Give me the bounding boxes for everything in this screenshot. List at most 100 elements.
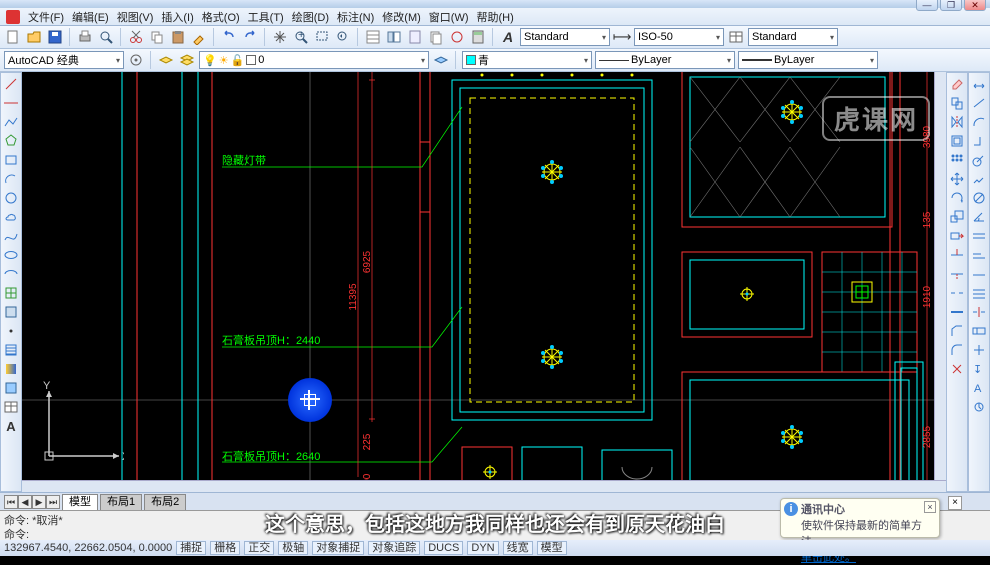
cut-icon[interactable] <box>127 28 145 46</box>
array-icon[interactable] <box>948 151 966 169</box>
tab-model[interactable]: 模型 <box>62 494 98 510</box>
notification-close-button[interactable]: × <box>924 501 936 513</box>
menu-view[interactable]: 视图(V) <box>117 9 154 25</box>
ducs-toggle[interactable]: DUCS <box>424 541 463 555</box>
dimbreak-icon[interactable] <box>970 303 988 321</box>
dimdia-icon[interactable] <box>970 189 988 207</box>
drawing-canvas[interactable]: 隐藏灯带 石膏板吊顶H：2440 石膏板吊顶H：2640 250 6925 11… <box>22 72 946 492</box>
paste-icon[interactable] <box>169 28 187 46</box>
revcloud-icon[interactable] <box>2 208 20 226</box>
ellipsearc-icon[interactable] <box>2 265 20 283</box>
tolerance-icon[interactable] <box>970 322 988 340</box>
stretch-icon[interactable] <box>948 227 966 245</box>
properties-icon[interactable] <box>364 28 382 46</box>
close-button[interactable]: ✕ <box>964 0 986 11</box>
tab-nav-last[interactable]: ⏭ <box>46 495 60 509</box>
dimarc-icon[interactable] <box>970 113 988 131</box>
zoom-prev-icon[interactable] <box>334 28 352 46</box>
centermark-icon[interactable] <box>970 341 988 359</box>
model-toggle[interactable]: 模型 <box>537 541 567 555</box>
dim-a-icon[interactable]: ⟼ <box>613 28 631 46</box>
tab-layout2[interactable]: 布局2 <box>144 494 186 510</box>
menu-file[interactable]: 文件(F) <box>28 9 64 25</box>
print-icon[interactable] <box>76 28 94 46</box>
insert-icon[interactable] <box>2 284 20 302</box>
menu-tools[interactable]: 工具(T) <box>248 9 284 25</box>
markup-icon[interactable] <box>448 28 466 46</box>
menu-format[interactable]: 格式(O) <box>202 9 240 25</box>
menu-insert[interactable]: 插入(I) <box>161 9 193 25</box>
dimstyle-combo[interactable]: ISO-50▾ <box>634 28 724 46</box>
dimupdate-icon[interactable] <box>970 398 988 416</box>
lwt-toggle[interactable]: 线宽 <box>503 541 533 555</box>
menu-help[interactable]: 帮助(H) <box>477 9 514 25</box>
matchprop-icon[interactable] <box>190 28 208 46</box>
pline-icon[interactable] <box>2 113 20 131</box>
polygon-icon[interactable] <box>2 132 20 150</box>
pan-icon[interactable] <box>271 28 289 46</box>
circle-icon[interactable] <box>2 189 20 207</box>
dimaligned-icon[interactable] <box>970 94 988 112</box>
dimcont-icon[interactable] <box>970 265 988 283</box>
mtext-icon[interactable]: A <box>2 417 20 435</box>
point-icon[interactable] <box>2 322 20 340</box>
rectangle-icon[interactable] <box>2 151 20 169</box>
text-a-icon[interactable]: A <box>499 28 517 46</box>
maximize-button[interactable]: ❐ <box>940 0 962 11</box>
zoom-window-icon[interactable] <box>313 28 331 46</box>
menu-draw[interactable]: 绘图(D) <box>292 9 329 25</box>
join-icon[interactable] <box>948 303 966 321</box>
dimjog-icon[interactable] <box>970 170 988 188</box>
scale-icon[interactable] <box>948 208 966 226</box>
menu-edit[interactable]: 编辑(E) <box>72 9 109 25</box>
table-draw-icon[interactable] <box>2 398 20 416</box>
dimspace-icon[interactable] <box>970 284 988 302</box>
snap-toggle[interactable]: 捕捉 <box>176 541 206 555</box>
workspace-combo[interactable]: AutoCAD 经典▾ <box>4 51 124 69</box>
polar-toggle[interactable]: 极轴 <box>278 541 308 555</box>
rotate-icon[interactable] <box>948 189 966 207</box>
xline-icon[interactable] <box>2 94 20 112</box>
toolpalettes-icon[interactable] <box>406 28 424 46</box>
gradient-icon[interactable] <box>2 360 20 378</box>
fillet-icon[interactable] <box>948 341 966 359</box>
menu-dimension[interactable]: 标注(N) <box>337 9 374 25</box>
linetype-combo[interactable]: ByLayer▾ <box>595 51 735 69</box>
preview-icon[interactable] <box>97 28 115 46</box>
menu-modify[interactable]: 修改(M) <box>382 9 421 25</box>
qdim-icon[interactable] <box>970 227 988 245</box>
layer-props-icon[interactable] <box>157 51 175 69</box>
copy-icon[interactable] <box>148 28 166 46</box>
calc-icon[interactable] <box>469 28 487 46</box>
designcenter-icon[interactable] <box>385 28 403 46</box>
tab-nav-next[interactable]: ▶ <box>32 495 46 509</box>
tab-nav-prev[interactable]: ◀ <box>18 495 32 509</box>
horizontal-scrollbar[interactable] <box>22 480 946 492</box>
textstyle-combo[interactable]: Standard▾ <box>520 28 610 46</box>
tab-nav-first[interactable]: ⏮ <box>4 495 18 509</box>
spline-icon[interactable] <box>2 227 20 245</box>
chamfer-icon[interactable] <box>948 322 966 340</box>
break-icon[interactable] <box>948 284 966 302</box>
undo-icon[interactable] <box>220 28 238 46</box>
erase-icon[interactable] <box>948 75 966 93</box>
vertical-scrollbar[interactable] <box>934 72 946 480</box>
line-icon[interactable] <box>2 75 20 93</box>
table-icon[interactable] <box>727 28 745 46</box>
redo-icon[interactable] <box>241 28 259 46</box>
arc-icon[interactable] <box>2 170 20 188</box>
tablestyle-combo[interactable]: Standard▾ <box>748 28 838 46</box>
minimize-button[interactable]: — <box>916 0 938 11</box>
open-icon[interactable] <box>25 28 43 46</box>
trim-icon[interactable] <box>948 246 966 264</box>
grid-toggle[interactable]: 栅格 <box>210 541 240 555</box>
lineweight-combo[interactable]: ByLayer▾ <box>738 51 878 69</box>
move-icon[interactable] <box>948 170 966 188</box>
layer-states-icon[interactable] <box>178 51 196 69</box>
dimang-icon[interactable] <box>970 208 988 226</box>
ortho-toggle[interactable]: 正交 <box>244 541 274 555</box>
dimtedit-icon[interactable]: A <box>970 379 988 397</box>
tray-close-button[interactable]: × <box>948 496 962 510</box>
mirror-icon[interactable] <box>948 113 966 131</box>
color-combo[interactable]: 青▾ <box>462 51 592 69</box>
